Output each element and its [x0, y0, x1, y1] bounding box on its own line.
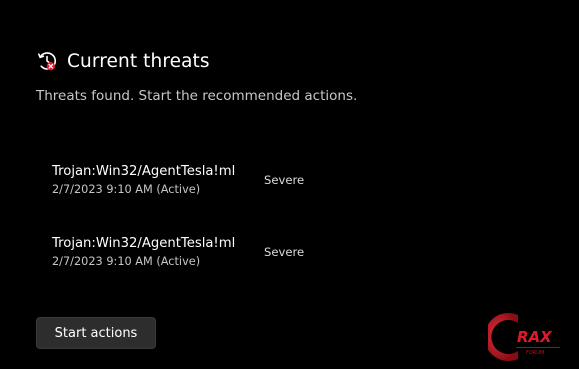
threat-severity: Severe — [264, 173, 305, 187]
current-threats-header: Current threats — [36, 50, 210, 72]
watermark-text: RAX — [517, 328, 553, 346]
history-warning-icon — [36, 50, 58, 72]
threats-subtitle: Threats found. Start the recommended act… — [36, 88, 358, 104]
watermark-subtext: FORUM — [526, 350, 544, 356]
threat-severity: Severe — [264, 245, 305, 259]
page-title: Current threats — [67, 50, 210, 72]
start-actions-button[interactable]: Start actions — [36, 317, 156, 349]
threat-item[interactable]: Trojan:Win32/AgentTesla!ml 2/7/2023 9:10… — [52, 235, 332, 270]
watermark-logo: RAX FORUM — [484, 309, 579, 365]
threat-item[interactable]: Trojan:Win32/AgentTesla!ml 2/7/2023 9:10… — [52, 163, 332, 198]
